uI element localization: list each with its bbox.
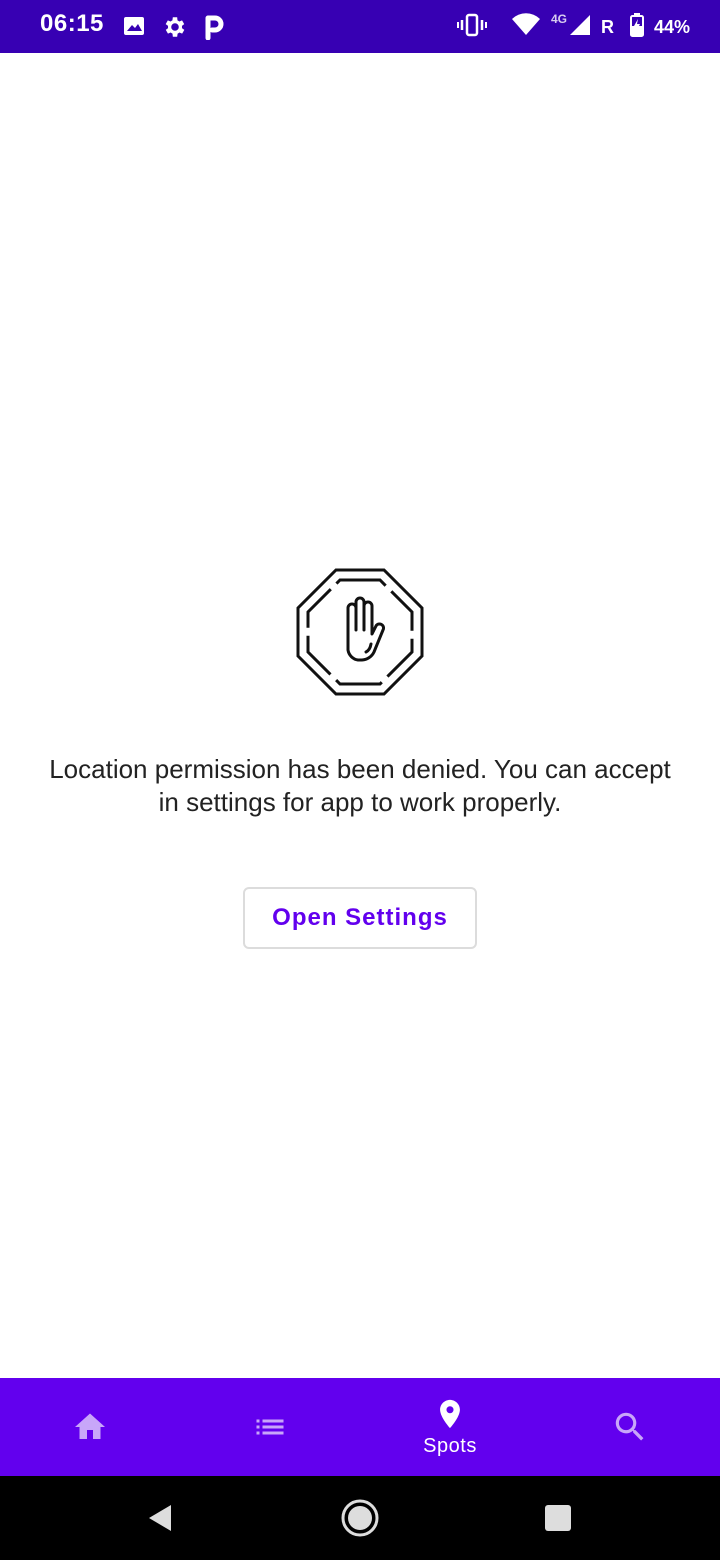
nav-item-search[interactable] [540,1378,720,1476]
battery-icon [629,12,644,42]
status-bar: 06:15 4G R 44% [0,0,720,53]
image-icon [122,14,148,40]
home-icon [72,1409,108,1445]
home-circle-icon[interactable] [338,1496,382,1540]
system-navigation-bar [0,1476,720,1560]
gear-icon [162,14,188,40]
back-icon[interactable] [138,1496,182,1540]
permission-denied-message: Location permission has been denied. You… [49,754,671,817]
bottom-navigation: Spots [0,1378,720,1476]
network-type: 4G [550,12,567,26]
main-content: Location permission has been denied. You… [0,53,720,1378]
recents-icon[interactable] [536,1496,580,1540]
app-screen: 06:15 4G R 44% Location permission has b… [0,0,720,1560]
nav-item-spots[interactable]: Spots [360,1378,540,1476]
list-icon [252,1409,288,1445]
battery-percent: 44% [653,16,690,37]
search-icon [611,1408,649,1446]
status-notification-icons [122,14,228,41]
parking-icon [202,14,228,41]
nav-label-spots: Spots [423,1434,477,1457]
signal-icon [569,14,591,41]
status-time: 06:15 [40,10,104,37]
nav-item-home[interactable] [0,1378,180,1476]
location-pin-icon [433,1397,467,1431]
open-settings-button[interactable]: Open Settings [243,887,477,949]
wifi-icon [511,12,541,42]
vibrate-icon [456,13,487,42]
roaming-indicator: R [600,16,614,37]
stop-hand-icon [296,568,424,696]
nav-item-list[interactable] [180,1378,360,1476]
status-system-icons: 4G R 44% [456,10,690,44]
